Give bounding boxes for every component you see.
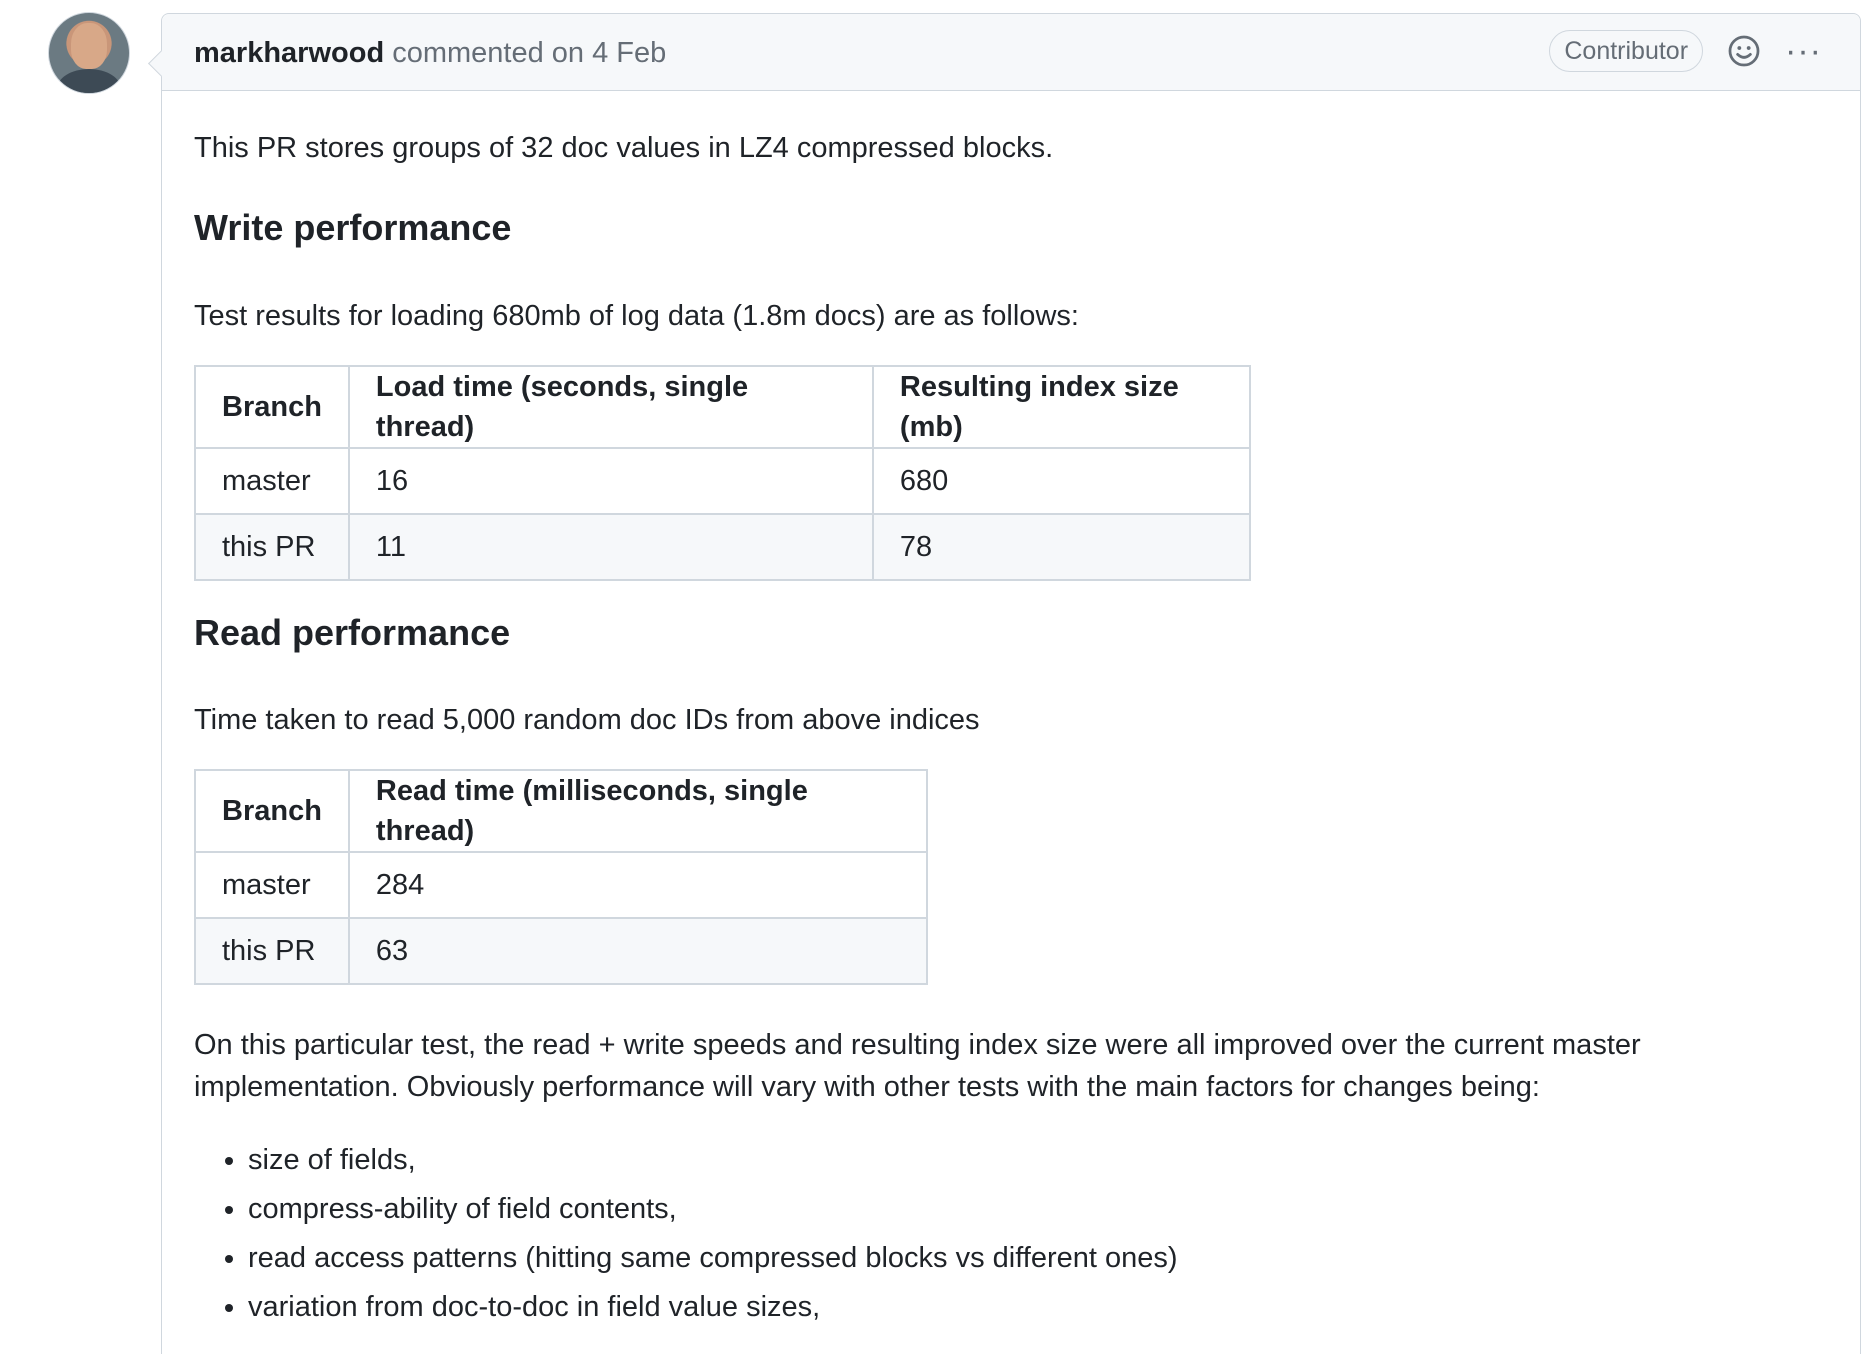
table-row: this PR 11 78 (194, 513, 1251, 581)
timeline: markharwood commented on 4 Feb Contribut… (0, 0, 1862, 1354)
table-header-cell: Resulting index size (mb) (871, 365, 1251, 449)
table-cell: this PR (194, 513, 350, 581)
kebab-menu-icon[interactable]: ··· (1785, 34, 1822, 68)
summary-paragraph: On this particular test, the read + writ… (194, 1029, 1641, 1103)
comment-box: markharwood commented on 4 Feb Contribut… (148, 13, 1861, 1354)
table-header-cell: Load time (seconds, single thread) (347, 365, 874, 449)
table-header-cell: Branch (194, 365, 350, 449)
list-item: compress-ability of field contents, (248, 1185, 1178, 1234)
table-row: master 16 680 (194, 447, 1251, 515)
table-header-row: Branch Load time (seconds, single thread… (194, 365, 1251, 449)
author-avatar[interactable] (48, 12, 130, 94)
comment-actions: Contributor ··· (1549, 30, 1822, 72)
table-header-cell: Read time (milliseconds, single thread) (347, 769, 928, 853)
table-cell: 78 (871, 513, 1251, 581)
avatar-shirt (57, 69, 121, 93)
table-cell: 680 (871, 447, 1251, 515)
comment-action[interactable]: commented on 4 Feb (392, 37, 666, 69)
smiley-icon[interactable] (1727, 34, 1761, 68)
write-description: Test results for loading 680mb of log da… (194, 300, 1079, 332)
table-cell: 16 (347, 447, 874, 515)
factors-list: size of fields, compress-ability of fiel… (194, 1136, 1178, 1332)
list-item: variation from doc-to-doc in field value… (248, 1283, 1178, 1332)
read-performance-table: Branch Read time (milliseconds, single t… (194, 769, 928, 985)
read-performance-heading: Read performance (194, 612, 511, 653)
list-item: size of fields, (248, 1136, 1178, 1185)
table-row: this PR 63 (194, 917, 928, 985)
table-header-row: Branch Read time (milliseconds, single t… (194, 769, 928, 853)
table-row: master 284 (194, 851, 928, 919)
avatar-face (71, 23, 107, 69)
table-header-cell: Branch (194, 769, 350, 853)
table-cell: this PR (194, 917, 350, 985)
table-cell: 11 (347, 513, 874, 581)
write-performance-table: Branch Load time (seconds, single thread… (194, 365, 1251, 581)
table-cell: 63 (347, 917, 928, 985)
table-cell: 284 (347, 851, 928, 919)
comment-header: markharwood commented on 4 Feb Contribut… (162, 14, 1860, 91)
read-description: Time taken to read 5,000 random doc IDs … (194, 704, 980, 736)
contributor-badge: Contributor (1549, 30, 1704, 72)
comment-meta: markharwood commented on 4 Feb (194, 36, 666, 70)
list-item: read access patterns (hitting same compr… (248, 1234, 1178, 1283)
author-link[interactable]: markharwood (194, 37, 384, 69)
write-performance-heading: Write performance (194, 207, 512, 248)
table-cell: master (194, 851, 350, 919)
table-cell: master (194, 447, 350, 515)
intro-paragraph: This PR stores groups of 32 doc values i… (194, 132, 1054, 164)
